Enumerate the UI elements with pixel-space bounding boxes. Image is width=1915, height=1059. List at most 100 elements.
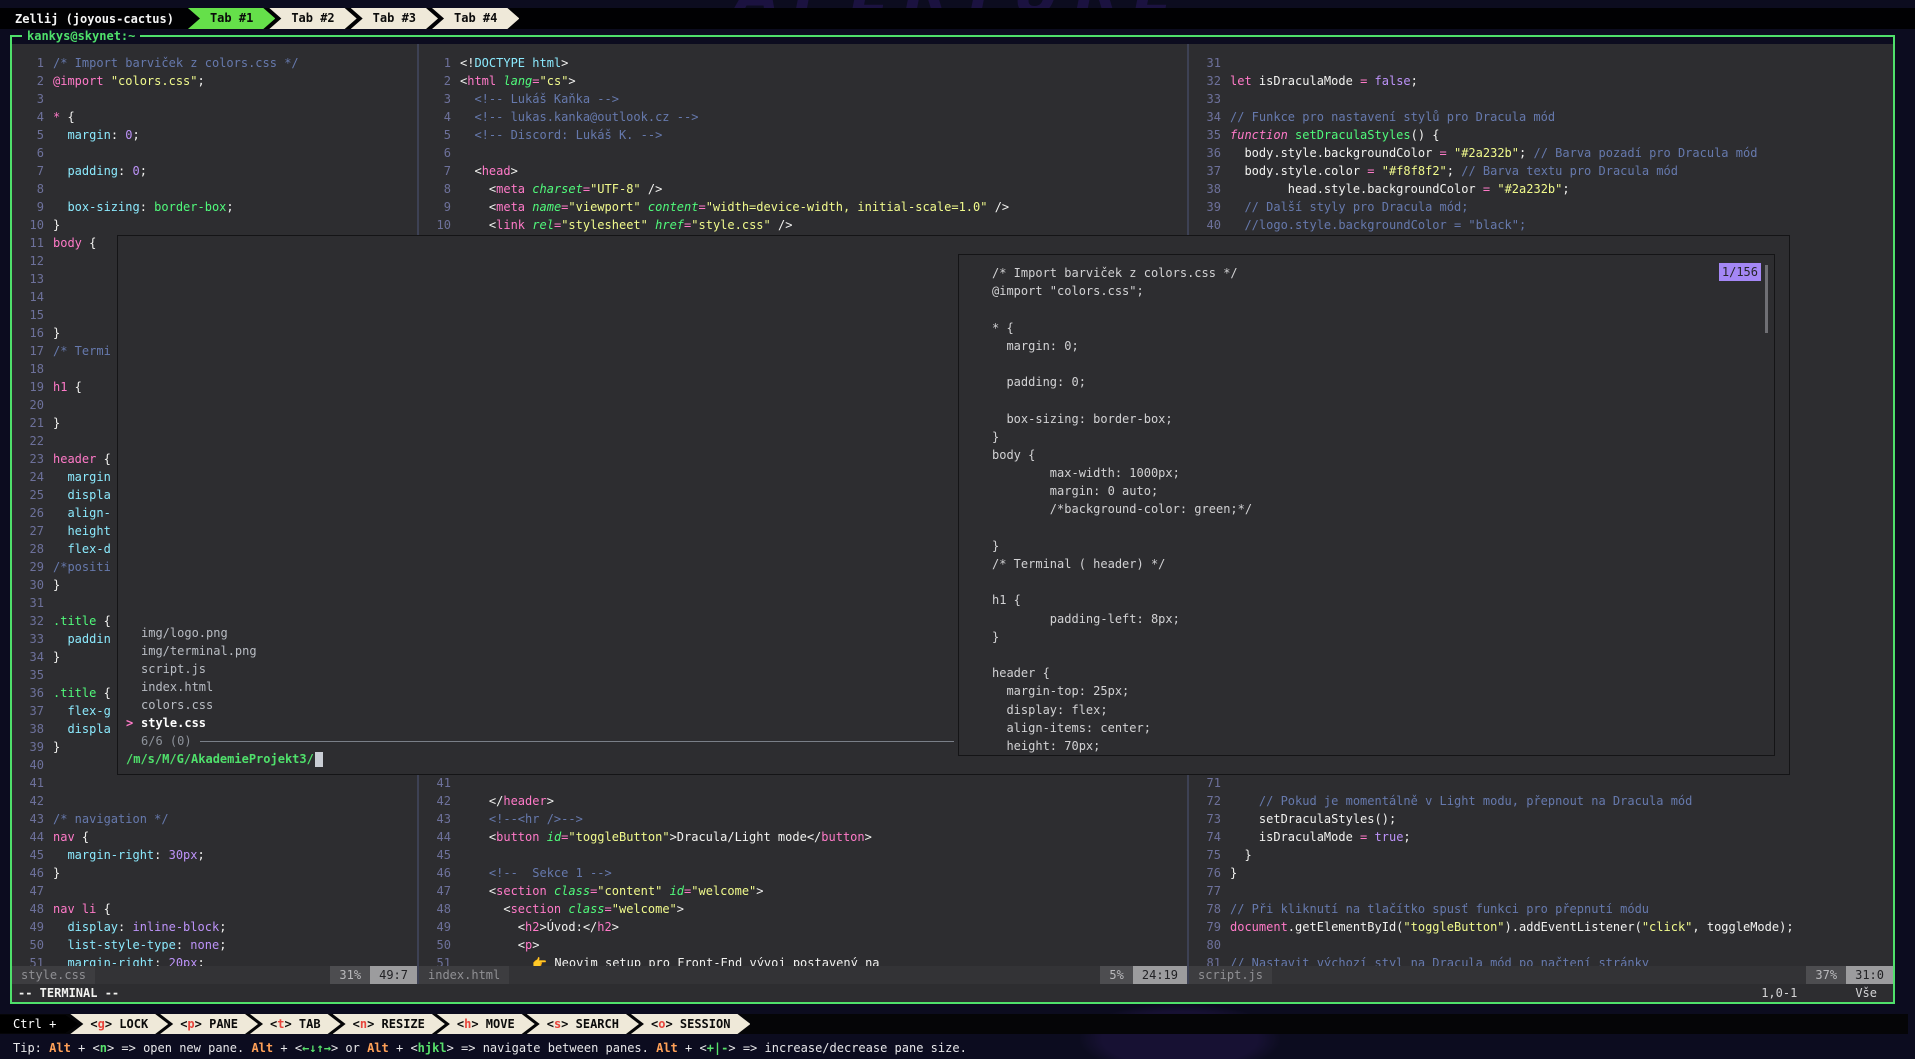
code-token: } (53, 578, 60, 592)
code-line: 51 margin-right: 20px; (12, 954, 417, 966)
code-token: = (698, 200, 705, 214)
keybind-lock[interactable]: <g> LOCK (70, 1014, 168, 1034)
tip-text: + < (273, 1039, 302, 1057)
code-token: { (82, 236, 96, 250)
line-number: 73 (1195, 810, 1221, 828)
line-number: 15 (18, 306, 44, 324)
cursor-position: 1,0-1 (1761, 984, 1797, 1002)
code-line: 40 //logo.style.backgroundColor = "black… (1189, 216, 1893, 234)
code-token: } (53, 866, 60, 880)
picker-item[interactable]: index.html (126, 678, 958, 696)
code-token: none (190, 938, 219, 952)
picker-item[interactable]: >style.css (126, 714, 958, 732)
preview-line (992, 646, 1774, 664)
line-number: 32 (1195, 72, 1221, 90)
line-number: 76 (1195, 864, 1221, 882)
code-token: href (655, 218, 684, 232)
picker-item-label: img/logo.png (141, 624, 228, 642)
tab-tab-1[interactable]: Tab #1 (188, 8, 275, 29)
line-number: 9 (18, 198, 44, 216)
preview-line: padding-left: 8px; (992, 610, 1774, 628)
preview-line (992, 355, 1774, 373)
code-line: 79document.getElementById("toggleButton"… (1189, 918, 1893, 936)
code-token (53, 722, 67, 736)
code-token: height (67, 524, 110, 538)
line-number: 19 (18, 378, 44, 396)
preview-line: } (992, 537, 1774, 555)
code-token (53, 920, 67, 934)
code-token: < (460, 830, 496, 844)
tip-text: > => navigate between panes. (447, 1039, 657, 1057)
line-number: 39 (18, 738, 44, 756)
line-number: 35 (1195, 126, 1221, 144)
code-line: 50 <p> (419, 936, 1187, 954)
code-token: > (677, 902, 684, 916)
code-token: // Při kliknutí na tlačítko spusť funkci… (1230, 902, 1649, 916)
statusline-script.js: script.js37%31:0 (1189, 966, 1893, 984)
line-number: 2 (425, 72, 451, 90)
picker-item-label: script.js (141, 660, 206, 678)
preview-line: max-width: 1000px; (992, 464, 1774, 482)
keybind-search[interactable]: <s> SEARCH (527, 1014, 639, 1034)
code-token: id (547, 830, 561, 844)
line-number: 41 (425, 774, 451, 792)
code-token: let (1230, 74, 1252, 88)
picker-prompt-row[interactable]: /m/s/M/G/AkademieProjekt3/ (126, 750, 958, 768)
picker-item[interactable]: img/logo.png (126, 624, 958, 642)
code-line: 43 <!--<hr />--> (419, 810, 1187, 828)
code-token (460, 128, 474, 142)
code-token: 0 (132, 164, 139, 178)
picker-item[interactable]: script.js (126, 660, 958, 678)
code-token: > (756, 884, 763, 898)
code-token: < (460, 164, 482, 178)
picker-item[interactable]: colors.css (126, 696, 958, 714)
code-token: .getElementById( (1288, 920, 1404, 934)
code-token (53, 128, 67, 142)
code-token (460, 812, 489, 826)
code-token: button (496, 830, 539, 844)
preview-line: margin-top: 25px; (992, 682, 1774, 700)
code-token: ; (1519, 146, 1533, 160)
keybind-pane[interactable]: <p> PANE (160, 1014, 258, 1034)
keybind-move[interactable]: <h> MOVE (437, 1014, 535, 1034)
zellij-tab-bar: Zellij (joyous-cactus) Tab #1Tab #2Tab #… (0, 8, 1915, 29)
code-token: "#f8f8f2" (1382, 164, 1447, 178)
keybind-resize[interactable]: <n> RESIZE (333, 1014, 445, 1034)
code-token: = (1367, 164, 1374, 178)
keybind-tab[interactable]: <t> TAB (250, 1014, 341, 1034)
line-number: 25 (18, 486, 44, 504)
line-number: 3 (425, 90, 451, 108)
tab-tab-4[interactable]: Tab #4 (432, 8, 519, 29)
code-token (1375, 164, 1382, 178)
code-token: padding (67, 164, 118, 178)
line-number: 1 (18, 54, 44, 72)
code-token: 👉 Neovim setup pro Front-End vývoj posta… (460, 956, 880, 966)
code-line: 33 (1189, 90, 1893, 108)
code-line: 49 display: inline-block; (12, 918, 417, 936)
preview-line-counter-badge: 1/156 (1719, 263, 1761, 281)
keybind-session[interactable]: <o> SESSION (631, 1014, 751, 1034)
code-token (53, 632, 67, 646)
tab-tab-3[interactable]: Tab #3 (351, 8, 438, 29)
preview-line (992, 300, 1774, 318)
line-number: 10 (425, 216, 451, 234)
picker-selection-marker (126, 624, 141, 642)
code-token: : (176, 938, 190, 952)
tip-alt-key: Alt (367, 1039, 389, 1057)
code-token: box-sizing (67, 200, 139, 214)
tip-key: ←↓↑→ (302, 1039, 331, 1057)
line-number: 14 (18, 288, 44, 306)
picker-selection-marker: > (126, 714, 141, 732)
code-token: header (53, 452, 96, 466)
code-line: 81// Nastavit výchozí styl na Dracula mó… (1189, 954, 1893, 966)
preview-scrollbar[interactable] (1765, 265, 1768, 333)
code-token: isDraculaMode (1252, 74, 1360, 88)
code-token: list-style-type (67, 938, 175, 952)
code-token: /* Import barviček z colors.css */ (53, 56, 299, 70)
keybind-prefix: Ctrl + (0, 1015, 78, 1033)
tab-tab-2[interactable]: Tab #2 (269, 8, 356, 29)
picker-item-label: colors.css (141, 696, 213, 714)
picker-item[interactable]: img/terminal.png (126, 642, 958, 660)
code-line: 49 <h2>Úvod:</h2> (419, 918, 1187, 936)
text-cursor (315, 752, 323, 767)
